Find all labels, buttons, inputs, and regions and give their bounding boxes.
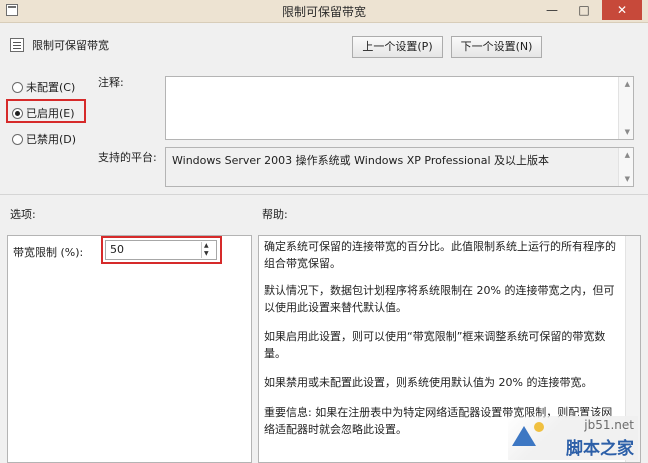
platform-scrollbar[interactable]: ▲ ▼ (618, 148, 633, 186)
radio-not-configured[interactable]: 未配置(C) (12, 79, 75, 95)
watermark-dot-icon (534, 422, 544, 432)
next-setting-button[interactable]: 下一个设置(N) (451, 36, 542, 58)
platform-field: Windows Server 2003 操作系统或 Windows XP Pro… (165, 147, 634, 187)
watermark-logo-icon (512, 426, 536, 446)
watermark: jb51.net 脚本之家 (508, 416, 638, 460)
platform-label: 支持的平台: (98, 151, 157, 164)
radio-icon (12, 134, 23, 145)
close-button[interactable]: ✕ (602, 0, 642, 20)
platform-value: Windows Server 2003 操作系统或 Windows XP Pro… (172, 154, 550, 167)
radio-label: 已禁用(D) (26, 133, 77, 146)
help-paragraph: 默认情况下，数据包计划程序将系统限制在 20% 的连接带宽之内，但可以使用此设置… (264, 284, 615, 314)
highlight-bandwidth (101, 236, 222, 264)
minimize-button[interactable]: — (538, 0, 566, 20)
help-paragraph: 如果启用此设置，则可以使用“带宽限制”框来调整系统可保留的带宽数量。 (264, 330, 606, 360)
previous-setting-button[interactable]: 上一个设置(P) (352, 36, 443, 58)
scroll-up-icon[interactable]: ▲ (625, 80, 630, 88)
section-divider (0, 194, 648, 195)
scroll-down-icon[interactable]: ▼ (625, 175, 630, 183)
options-label: 选项: (10, 208, 36, 221)
options-panel: 带宽限制 (%): 50 ▲ ▼ (7, 235, 252, 463)
watermark-url: jb51.net (584, 418, 634, 432)
scroll-down-icon[interactable]: ▼ (625, 128, 630, 136)
help-label: 帮助: (262, 208, 288, 221)
maximize-button[interactable]: □ (570, 0, 598, 20)
scroll-up-icon[interactable]: ▲ (625, 151, 630, 159)
radio-disabled[interactable]: 已禁用(D) (12, 131, 76, 147)
help-panel: 确定系统可保留的连接带宽的百分比。此值限制系统上运行的所有程序的组合带宽保留。 … (258, 235, 641, 463)
help-paragraph: 如果禁用或未配置此设置，则系统使用默认值为 20% 的连接带宽。 (264, 376, 593, 389)
title-bar: 限制可保留带宽 — □ ✕ (0, 0, 648, 23)
radio-icon (12, 82, 23, 93)
policy-icon (10, 38, 24, 52)
comment-field[interactable]: ▲ ▼ (165, 76, 634, 140)
watermark-name: 脚本之家 (566, 439, 634, 459)
radio-label: 未配置(C) (26, 81, 76, 94)
policy-name: 限制可保留带宽 (32, 39, 109, 52)
comment-scrollbar[interactable]: ▲ ▼ (618, 77, 633, 139)
help-paragraph: 确定系统可保留的连接带宽的百分比。此值限制系统上运行的所有程序的组合带宽保留。 (264, 240, 616, 270)
highlight-enabled (6, 99, 86, 123)
policy-dialog: 限制可保留带宽 上一个设置(P) 下一个设置(N) 未配置(C) 已启用(E) … (0, 23, 648, 463)
comment-label: 注释: (98, 76, 124, 89)
bandwidth-limit-label: 带宽限制 (%): (13, 246, 84, 259)
